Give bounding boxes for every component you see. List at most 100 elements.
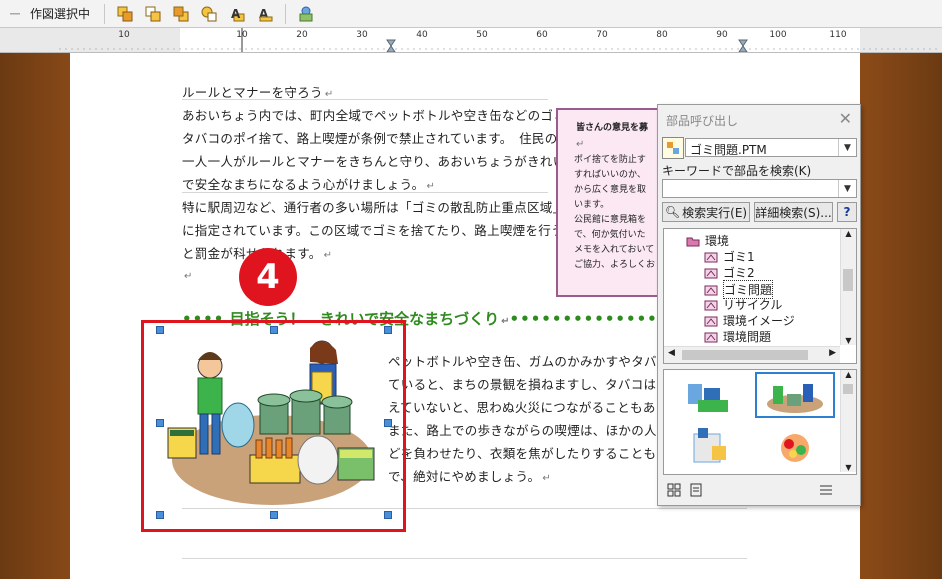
send-back-icon[interactable] <box>170 3 192 25</box>
parts-file-icon <box>662 137 684 159</box>
rule-line <box>182 558 747 559</box>
tree-item-label: 環境 <box>705 234 730 248</box>
part-thumbnail-selected[interactable] <box>755 372 835 418</box>
parts-file-select[interactable]: ゴミ問題.PTM ▼ <box>685 138 857 157</box>
scroll-right-icon[interactable]: ▶ <box>829 348 836 358</box>
svg-text:A: A <box>231 7 241 21</box>
keyword-input[interactable]: ▼ <box>662 179 857 198</box>
scroll-thumb[interactable] <box>682 350 808 360</box>
detail-list-icon[interactable] <box>816 480 836 500</box>
text-front-icon[interactable]: A <box>226 3 248 25</box>
search-execute-button[interactable]: 🔍︎ 検索実行(E) <box>662 202 750 222</box>
opinion-line: 公民館に意見箱を <box>574 215 647 225</box>
bring-front-icon[interactable] <box>114 3 136 25</box>
paragraph1-line: あおいちょう内では、町内全域でペットボトルや空き缶などのゴミ、 <box>182 108 579 123</box>
scroll-thumb[interactable] <box>843 384 853 394</box>
group-icon[interactable] <box>295 3 317 25</box>
paragraph2-line: に指定されています。この区域でゴミを捨てたり、路上喫煙を行う <box>182 223 564 238</box>
part-thumbnail-image <box>693 428 726 463</box>
tree-item[interactable]: ゴミ2 <box>704 264 755 281</box>
detail-search-button[interactable]: 詳細検索(S)... <box>754 202 833 222</box>
opinion-text-box[interactable]: 皆さんの意見を募 ↵ ポイ捨てを防止す すればいいのか、 から広く意見を取 いま… <box>556 108 664 297</box>
tree-vertical-scrollbar[interactable]: ▲ ▼ <box>840 229 856 345</box>
thumbnail-vertical-scrollbar[interactable]: ▲ ▼ <box>840 370 856 472</box>
parts-category-icon <box>704 300 718 310</box>
part-thumbnail-image <box>767 384 823 413</box>
paragraph1-line: タバコのポイ捨て、路上喫煙が条例で禁止されています。 住民の <box>182 131 558 146</box>
paragraph1-line: 一人一人がルールとマナーをきちんと守り、あおいちょうがきれい <box>182 154 566 169</box>
scroll-up-icon[interactable]: ▲ <box>841 229 856 238</box>
opinion-line: います。 <box>574 200 610 210</box>
text-back-icon[interactable]: A <box>254 3 276 25</box>
tree-item-label: ゴミ2 <box>723 266 755 280</box>
tree-item-label: ゴミ1 <box>723 250 755 264</box>
toolbar-separator <box>104 3 106 24</box>
opinion-line: で、何か気付いた <box>574 230 646 240</box>
part-thumbnail[interactable] <box>668 374 748 420</box>
category-tree[interactable]: 環境 ゴミ1 ゴミ2 ゴミ問題 リサイクル 環境イメージ 環境問題 ▲ ▼ ◀ … <box>663 228 857 364</box>
bring-forward-icon[interactable] <box>142 3 164 25</box>
grid-view-icon[interactable] <box>664 480 684 500</box>
opinion-line: ポイ捨てを防止す <box>574 155 646 165</box>
tree-item[interactable]: ゴミ1 <box>704 248 755 265</box>
toolbar-grip[interactable] <box>0 0 30 27</box>
ruler-label: 110 <box>829 30 846 40</box>
help-button[interactable]: ? <box>837 202 857 222</box>
step-number-badge: 4 <box>239 248 297 306</box>
body-line: ペットボトルや空き缶、ガムのかみかすやタバコ <box>388 354 670 369</box>
panel-title: 部品呼び出し <box>666 114 739 128</box>
ruler-label: 50 <box>476 30 488 40</box>
parts-panel: 部品呼び出し ✕ ゴミ問題.PTM ▼ キーワードで部品を検索(K) ▼ 🔍︎ 検… <box>657 104 861 506</box>
ruler-label: 100 <box>769 30 786 40</box>
ruler-label: 20 <box>296 30 308 40</box>
parts-file-value: ゴミ問題.PTM <box>690 143 767 157</box>
search-icon: 🔍︎ <box>664 205 681 219</box>
callout-highlight-frame <box>141 320 406 532</box>
ruler-label: 90 <box>716 30 728 40</box>
opinion-line: ご協力、よろしくお <box>574 260 656 270</box>
parts-category-icon <box>704 332 718 342</box>
paragraph1-line: で安全なまちになるよう心がけましょう。 ↵ <box>182 177 436 192</box>
tree-item-root[interactable]: 環境 <box>686 232 729 249</box>
body-line: えていないと、思わぬ火災につながることもあります <box>388 400 695 415</box>
search-execute-label: 検索実行(E) <box>682 205 748 220</box>
empty-paragraph-mark: ↵ <box>184 271 193 282</box>
opinion-line: から広く意見を取 <box>574 185 647 195</box>
ruler-label: 40 <box>416 30 428 40</box>
scroll-down-icon[interactable]: ▼ <box>841 463 856 472</box>
opinion-title: 皆さんの意見を募 <box>576 123 649 133</box>
rule-line <box>182 192 548 193</box>
tree-item-label: 環境問題 <box>723 330 772 344</box>
tree-item[interactable]: リサイクル <box>704 296 782 313</box>
chevron-down-icon[interactable]: ▼ <box>838 180 856 197</box>
part-thumbnail[interactable] <box>668 424 748 470</box>
mode-label: 作図選択中 <box>30 7 91 21</box>
body-line: また、路上での歩きながらの喫煙は、ほかの人に <box>388 423 670 438</box>
parts-category-icon <box>704 268 718 278</box>
close-icon[interactable]: ✕ <box>839 109 852 128</box>
list-view-icon[interactable] <box>686 480 706 500</box>
drawing-toolbar: 作図選択中 A A <box>0 0 942 28</box>
opinion-line: ↵ <box>576 139 585 150</box>
horizontal-ruler[interactable]: 10 10 20 30 40 50 60 70 80 90 100 110 <box>0 28 942 53</box>
tree-item[interactable]: 環境イメージ <box>704 312 795 329</box>
scroll-left-icon[interactable]: ◀ <box>668 348 675 358</box>
opinion-line: メモを入れておいて <box>574 245 655 255</box>
paragraph2-line: 特に駅周辺など、通行者の多い場所は「ゴミの散乱防止重点区域」 <box>182 200 566 215</box>
ruler-label: 10 <box>118 30 130 40</box>
tree-item-label: 環境イメージ <box>723 314 795 328</box>
scroll-thumb[interactable] <box>843 269 853 291</box>
scroll-up-icon[interactable]: ▲ <box>841 370 856 379</box>
parts-thumbnail-list[interactable]: ▲ ▼ <box>663 369 857 475</box>
folder-open-icon <box>686 237 700 246</box>
tree-horizontal-scrollbar[interactable]: ◀ ▶ <box>664 346 840 363</box>
rule-line <box>182 99 548 100</box>
chevron-down-icon[interactable]: ▼ <box>838 139 856 156</box>
body-line: ていると、まちの景観を損ねますし、タバコは <box>388 377 657 392</box>
part-thumbnail[interactable] <box>755 424 835 470</box>
tree-item[interactable]: 環境問題 <box>704 328 771 345</box>
send-backward-icon[interactable] <box>198 3 220 25</box>
scroll-down-icon[interactable]: ▼ <box>841 336 856 345</box>
body-line: どを負わせたり、衣類を焦がしたりすることもあ <box>388 446 670 461</box>
ruler-label: 70 <box>596 30 608 40</box>
